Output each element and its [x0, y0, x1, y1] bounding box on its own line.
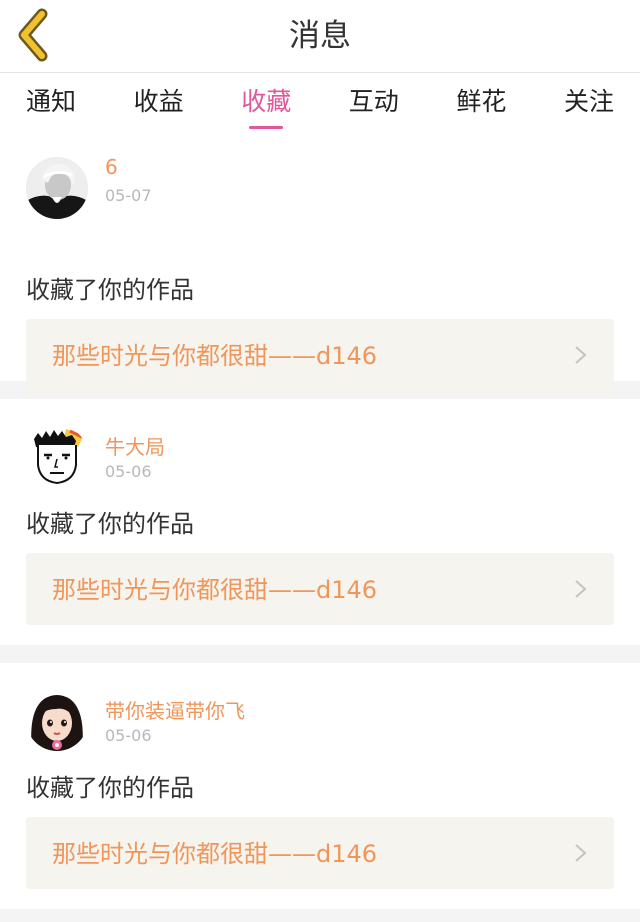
card-user-row: 6 05-07: [26, 129, 614, 225]
header-bar: 消息: [0, 0, 640, 73]
work-link[interactable]: 那些时光与你都很甜——d146: [26, 553, 614, 625]
work-link[interactable]: 那些时光与你都很甜——d146: [26, 817, 614, 889]
message-date: 05-06: [105, 726, 152, 745]
work-title: 那些时光与你都很甜——d146: [52, 342, 378, 370]
work-link[interactable]: 那些时光与你都很甜——d146: [26, 319, 614, 391]
avatar[interactable]: [26, 425, 88, 487]
message-card: 带你装逼带你飞 05-06 收藏了你的作品 那些时光与你都很甜——d146: [0, 663, 640, 909]
chevron-right-icon: [575, 844, 587, 862]
message-card: 6 05-07 收藏了你的作品 那些时光与你都很甜——d146: [0, 129, 640, 391]
message-date: 05-06: [105, 462, 152, 481]
avatar-girl-icon: [26, 689, 88, 751]
avatar[interactable]: [26, 157, 88, 219]
tab-earnings[interactable]: 收益: [134, 73, 184, 129]
message-card: 牛大局 05-06 收藏了你的作品 那些时光与你都很甜——d146: [0, 399, 640, 645]
avatar-photo-icon: [26, 157, 88, 219]
action-text: 收藏了你的作品: [26, 510, 194, 538]
action-text: 收藏了你的作品: [26, 774, 194, 802]
tab-bar: 通知 收益 收藏 互动 鲜花 关注: [0, 73, 640, 129]
username[interactable]: 带你装逼带你飞: [105, 695, 245, 724]
avatar-cartoon-face-icon: [26, 425, 88, 487]
chevron-right-icon: [575, 346, 587, 364]
tab-notifications[interactable]: 通知: [26, 73, 76, 129]
message-date: 05-07: [105, 186, 152, 205]
avatar[interactable]: [26, 689, 88, 751]
tab-flowers[interactable]: 鲜花: [456, 73, 506, 129]
work-title: 那些时光与你都很甜——d146: [52, 576, 378, 604]
tab-favorites[interactable]: 收藏: [241, 73, 291, 129]
username[interactable]: 牛大局: [105, 431, 165, 460]
page-title: 消息: [289, 18, 351, 54]
page: 消息 通知 收益 收藏 互动 鲜花 关注 6 05-07 收藏了你的作品 那些时…: [0, 0, 640, 922]
tab-following[interactable]: 关注: [564, 73, 614, 129]
work-title: 那些时光与你都很甜——d146: [52, 840, 378, 868]
tab-interactions[interactable]: 互动: [349, 73, 399, 129]
card-user-row: 牛大局 05-06: [26, 399, 614, 495]
username[interactable]: 6: [105, 155, 118, 179]
card-user-row: 带你装逼带你飞 05-06: [26, 663, 614, 759]
chevron-right-icon: [575, 580, 587, 598]
